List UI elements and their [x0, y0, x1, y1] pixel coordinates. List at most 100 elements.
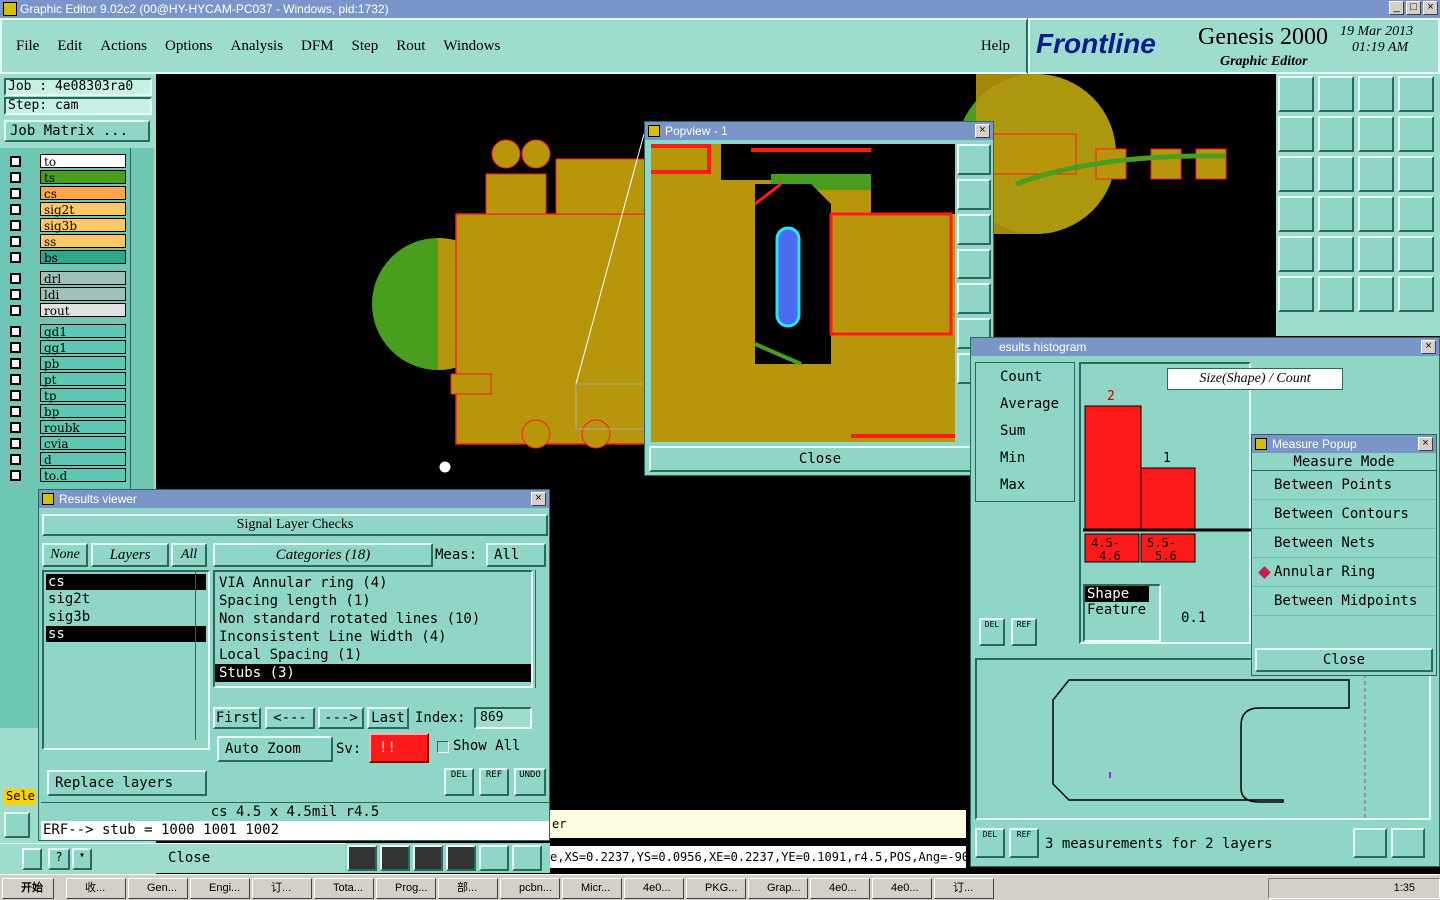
tool-fit-icon[interactable]	[1278, 156, 1314, 192]
mode-between-points[interactable]: Between Points	[1252, 471, 1436, 500]
tool-step-icon[interactable]	[1358, 116, 1394, 152]
tool-cross-icon[interactable]	[1318, 276, 1354, 312]
layer-row-ss[interactable]: ss	[4, 234, 154, 249]
layer-row-drl[interactable]: drl	[4, 271, 154, 286]
task-item[interactable]: 收...	[66, 878, 126, 899]
type-shape[interactable]: Shape	[1085, 586, 1149, 602]
del-button[interactable]: DEL	[444, 768, 474, 796]
layer-checkbox[interactable]	[10, 273, 21, 284]
minimize-icon[interactable]: _	[1389, 1, 1404, 15]
task-item[interactable]: Micr...	[562, 878, 622, 899]
category-list[interactable]: VIA Annular ring (4) Spacing length (1) …	[213, 570, 533, 688]
category-item[interactable]: Spacing length (1)	[215, 592, 531, 610]
layer-checkbox[interactable]	[10, 326, 21, 337]
tool-dot-icon[interactable]	[1278, 236, 1314, 272]
undo-button[interactable]: UNDO	[514, 768, 546, 796]
layer-row-gg1[interactable]: gg1	[4, 340, 154, 355]
tool-grid-icon[interactable]	[1318, 196, 1354, 232]
menu-options[interactable]: Options	[165, 38, 213, 72]
layer-name[interactable]: gg1	[40, 340, 126, 355]
layer-name[interactable]: to.d	[40, 468, 126, 483]
tool-import-icon[interactable]	[1278, 116, 1314, 152]
stat-max[interactable]: Max	[976, 471, 1074, 498]
stat-min[interactable]: Min	[976, 444, 1074, 471]
layer-name[interactable]: ss	[40, 234, 126, 249]
category-item-selected[interactable]: Stubs (3)	[215, 664, 531, 682]
layer-name[interactable]: bs	[40, 250, 126, 265]
layer-item-sig2t[interactable]: sig2t	[46, 590, 206, 608]
layer-checkbox[interactable]	[10, 236, 21, 247]
task-item[interactable]: Engi...	[190, 878, 250, 899]
results-close-icon[interactable]: ×	[531, 492, 546, 506]
menu-analysis[interactable]: Analysis	[231, 38, 284, 72]
measure-close-icon[interactable]: ×	[1418, 437, 1433, 451]
type-feature[interactable]: Feature	[1085, 602, 1159, 618]
menu-rout[interactable]: Rout	[396, 38, 425, 72]
layer-checkbox[interactable]	[10, 305, 21, 316]
menu-windows[interactable]: Windows	[443, 38, 500, 72]
layer-checkbox[interactable]	[10, 406, 21, 417]
replace-layers-dropdown[interactable]: Replace layers	[47, 770, 207, 796]
task-item[interactable]: 部...	[438, 878, 498, 899]
layer-row-sig2t[interactable]: sig2t	[4, 202, 154, 217]
layer-row-d[interactable]: d	[4, 452, 154, 467]
layer-row-to[interactable]: to	[4, 154, 154, 169]
layer-checkbox[interactable]	[10, 390, 21, 401]
preview-ref-button[interactable]: REF	[1009, 828, 1039, 858]
layer-checkbox[interactable]	[10, 342, 21, 353]
layer-name[interactable]: sig3b	[40, 218, 126, 233]
tool-config-icon[interactable]	[1278, 196, 1314, 232]
zoom-tool-icon[interactable]	[4, 812, 30, 838]
layer-checkbox[interactable]	[10, 454, 21, 465]
index-field[interactable]: 869	[474, 707, 532, 729]
popview-left-icon[interactable]	[957, 248, 991, 280]
mode-between-contours[interactable]: Between Contours	[1252, 500, 1436, 529]
tool-line-icon[interactable]	[1318, 236, 1354, 272]
layer-name[interactable]: cvia	[40, 436, 126, 451]
menu-actions[interactable]: Actions	[100, 38, 147, 72]
next-button[interactable]: --->	[318, 707, 364, 729]
category-item[interactable]: Inconsistent Line Width (4)	[215, 628, 531, 646]
histogram-icon[interactable]	[512, 845, 542, 871]
tool-open-icon[interactable]	[1278, 76, 1314, 112]
tool-move-icon[interactable]	[1318, 156, 1354, 192]
layer-name[interactable]: ldi	[40, 287, 126, 302]
layer-row-bs[interactable]: bs	[4, 250, 154, 265]
layer-row-pt[interactable]: pt	[4, 372, 154, 387]
action-icon-1[interactable]	[347, 845, 377, 871]
layer-item-sig3b[interactable]: sig3b	[46, 608, 206, 626]
task-item[interactable]: 4e0...	[810, 878, 870, 899]
hist-ref-button[interactable]: REF	[1011, 618, 1037, 646]
mode-annular-ring[interactable]: Annular Ring	[1252, 558, 1436, 587]
results-layer-list[interactable]: cs sig2t sig3b ss	[42, 570, 210, 750]
task-item[interactable]: 4e0...	[624, 878, 684, 899]
spin-icon[interactable]: ▾	[72, 848, 92, 870]
layer-row-cs[interactable]: cs	[4, 186, 154, 201]
close-icon[interactable]: ×	[1423, 1, 1438, 15]
action-icon-3[interactable]	[413, 845, 443, 871]
menu-help[interactable]: Help	[981, 38, 1010, 55]
tool-help-icon[interactable]	[1398, 156, 1434, 192]
menu-dfm[interactable]: DFM	[301, 38, 334, 72]
ref-button[interactable]: REF	[479, 768, 509, 796]
layer-checkbox[interactable]	[10, 156, 21, 167]
keyboard-icon[interactable]	[22, 848, 42, 870]
layer-name[interactable]: gd1	[40, 324, 126, 339]
task-item[interactable]: Grap...	[748, 878, 808, 899]
tool-export-icon[interactable]	[1318, 116, 1354, 152]
layers-button[interactable]: Layers	[91, 543, 169, 567]
menu-edit[interactable]: Edit	[57, 38, 82, 72]
layer-row-cvia[interactable]: cvia	[4, 436, 154, 451]
preview-fit-icon[interactable]	[1391, 828, 1425, 858]
layer-checkbox[interactable]	[10, 374, 21, 385]
severity-dropdown[interactable]: !!	[369, 733, 429, 763]
tool-net-icon[interactable]	[1358, 196, 1394, 232]
category-scrollbar[interactable]	[535, 570, 548, 688]
popview-up-icon[interactable]	[957, 178, 991, 210]
show-all-checkbox[interactable]	[437, 741, 449, 753]
tool-segment-icon[interactable]	[1358, 276, 1394, 312]
layer-checkbox[interactable]	[10, 204, 21, 215]
layer-checkbox[interactable]	[10, 438, 21, 449]
layer-name[interactable]: tp	[40, 388, 126, 403]
preview-del-button[interactable]: DEL	[975, 828, 1005, 858]
